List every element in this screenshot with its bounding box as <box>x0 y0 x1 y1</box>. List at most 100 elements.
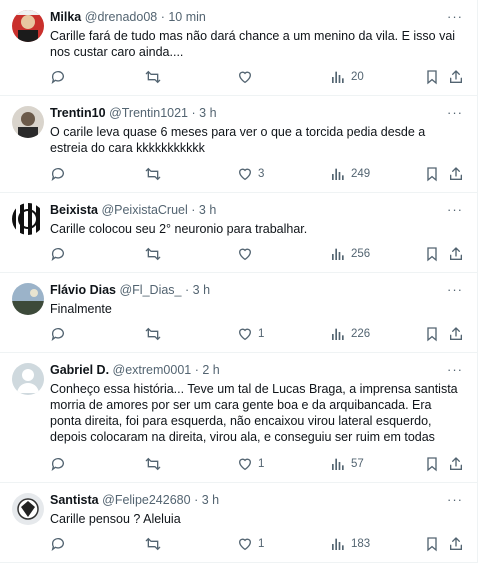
reply-button[interactable] <box>50 536 66 552</box>
retweet-button[interactable] <box>145 536 161 552</box>
display-name[interactable]: Santista <box>50 493 99 507</box>
retweet-icon <box>145 457 161 471</box>
display-name[interactable]: Milka <box>50 10 81 24</box>
bookmark-icon <box>427 167 437 182</box>
retweet-button[interactable] <box>145 69 161 85</box>
bookmark-button[interactable] <box>424 166 440 182</box>
display-name[interactable]: Gabriel D. <box>50 363 109 377</box>
retweet-icon <box>145 537 161 551</box>
avatar[interactable] <box>12 493 44 525</box>
tweet-actions: 1 226 <box>50 326 470 342</box>
bookmark-button[interactable] <box>424 456 440 472</box>
more-options-button[interactable]: ··· <box>447 282 463 297</box>
more-options-button[interactable]: ··· <box>447 9 463 24</box>
like-button[interactable]: 1 <box>237 536 264 552</box>
reply-button[interactable] <box>50 326 66 342</box>
like-count: 1 <box>258 328 265 340</box>
timestamp[interactable]: 10 min <box>168 10 206 24</box>
share-button[interactable] <box>448 69 464 85</box>
views-button[interactable]: 256 <box>330 246 370 262</box>
like-button[interactable]: 1 <box>237 456 264 472</box>
like-button[interactable]: 1 <box>237 326 264 342</box>
tweet-text: Carille colocou seu 2° neuronio para tra… <box>50 222 308 236</box>
share-icon <box>450 327 462 340</box>
bookmark-button[interactable] <box>424 536 440 552</box>
username-handle[interactable]: @Fl_Dias_ <box>119 283 181 297</box>
timestamp[interactable]: 3 h <box>193 283 210 297</box>
reply-button[interactable] <box>50 246 66 262</box>
bookmark-button[interactable] <box>424 246 440 262</box>
more-options-button[interactable]: ··· <box>447 492 463 507</box>
view-count: 57 <box>351 458 364 470</box>
views-button[interactable]: 226 <box>330 326 370 342</box>
tweet[interactable]: Santista @Felipe242680 · 3 h ··· Carille… <box>0 483 478 563</box>
avatar[interactable] <box>12 203 44 235</box>
reply-button[interactable] <box>50 69 66 85</box>
reply-icon <box>51 538 64 551</box>
tweet[interactable]: Gabriel D. @extrem0001 · 2 h ··· Conheço… <box>0 353 478 483</box>
heart-icon <box>238 248 252 261</box>
bookmark-button[interactable] <box>424 69 440 85</box>
avatar[interactable] <box>12 106 44 138</box>
username-handle[interactable]: @PeixistaCruel <box>101 203 187 217</box>
like-button[interactable]: 3 <box>237 166 264 182</box>
view-count: 226 <box>351 328 371 340</box>
timestamp[interactable]: 3 h <box>202 493 219 507</box>
like-button[interactable] <box>237 246 258 262</box>
retweet-icon <box>145 327 161 341</box>
views-chart-icon <box>332 458 344 470</box>
display-name[interactable]: Trentin10 <box>50 106 106 120</box>
retweet-button[interactable] <box>145 246 161 262</box>
tweet[interactable]: Milka @drenado08 · 10 min ··· Carille fa… <box>0 0 478 96</box>
share-button[interactable] <box>448 246 464 262</box>
tweet-text: Finalmente <box>50 302 112 316</box>
separator-dot: · <box>191 203 196 217</box>
more-options-button[interactable]: ··· <box>447 202 463 217</box>
username-handle[interactable]: @Felipe242680 <box>102 493 190 507</box>
display-name[interactable]: Beixista <box>50 203 98 217</box>
share-button[interactable] <box>448 166 464 182</box>
avatar[interactable] <box>12 363 44 395</box>
reply-button[interactable] <box>50 166 66 182</box>
retweet-button[interactable] <box>145 326 161 342</box>
display-name[interactable]: Flávio Dias <box>50 283 116 297</box>
timestamp[interactable]: 3 h <box>199 106 216 120</box>
share-icon <box>450 537 462 550</box>
tweet[interactable]: Trentin10 @Trentin1021 · 3 h ··· O caril… <box>0 96 478 193</box>
tweet[interactable]: Beixista @PeixistaCruel · 3 h ··· Carill… <box>0 193 478 273</box>
share-button[interactable] <box>448 326 464 342</box>
like-button[interactable] <box>237 69 258 85</box>
more-options-button[interactable]: ··· <box>447 362 463 377</box>
reply-icon <box>51 248 64 261</box>
views-chart-icon <box>332 328 344 340</box>
tweet-actions: 20 <box>50 69 470 85</box>
views-button[interactable]: 20 <box>330 69 364 85</box>
tweet[interactable]: Flávio Dias @Fl_Dias_ · 3 h ··· Finalmen… <box>0 273 478 353</box>
bookmark-icon <box>427 247 437 262</box>
username-handle[interactable]: @extrem0001 <box>113 363 192 377</box>
retweet-button[interactable] <box>145 456 161 472</box>
tweet-text: Carille pensou ? Aleluia <box>50 512 181 526</box>
username-handle[interactable]: @Trentin1021 <box>109 106 188 120</box>
username-handle[interactable]: @drenado08 <box>85 10 157 24</box>
separator-dot: · <box>191 106 196 120</box>
share-button[interactable] <box>448 456 464 472</box>
views-chart-icon <box>332 538 344 550</box>
views-button[interactable]: 183 <box>330 536 370 552</box>
bookmark-icon <box>427 70 437 85</box>
reply-icon <box>51 71 64 84</box>
avatar[interactable] <box>12 283 44 315</box>
views-button[interactable]: 57 <box>330 456 364 472</box>
share-button[interactable] <box>448 536 464 552</box>
timestamp[interactable]: 3 h <box>199 203 216 217</box>
more-options-button[interactable]: ··· <box>447 105 463 120</box>
like-count: 1 <box>258 458 265 470</box>
bookmark-button[interactable] <box>424 326 440 342</box>
avatar[interactable] <box>12 10 44 42</box>
reply-button[interactable] <box>50 456 66 472</box>
tweet-actions: 1 183 <box>50 536 470 552</box>
view-count: 20 <box>351 71 364 83</box>
timestamp[interactable]: 2 h <box>202 363 219 377</box>
views-button[interactable]: 249 <box>330 166 370 182</box>
retweet-button[interactable] <box>145 166 161 182</box>
